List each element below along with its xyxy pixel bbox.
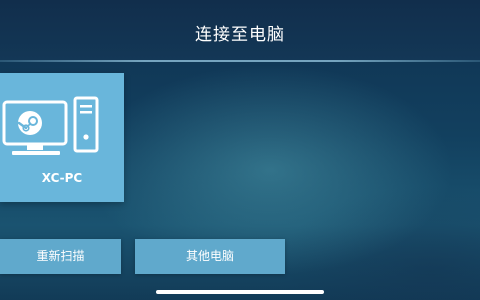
header-divider — [0, 60, 480, 62]
home-indicator[interactable] — [156, 290, 324, 294]
other-computer-button[interactable]: 其他电脑 — [135, 239, 285, 274]
computer-name: XC-PC — [41, 171, 83, 185]
header-bar: 连接至电脑 — [0, 0, 480, 60]
page-title: 连接至电脑 — [195, 25, 285, 45]
rescan-button[interactable]: 重新扫描 — [0, 239, 121, 274]
steam-pc-icon — [2, 96, 99, 155]
computer-tile-xc-pc[interactable]: XC-PC — [0, 73, 124, 202]
